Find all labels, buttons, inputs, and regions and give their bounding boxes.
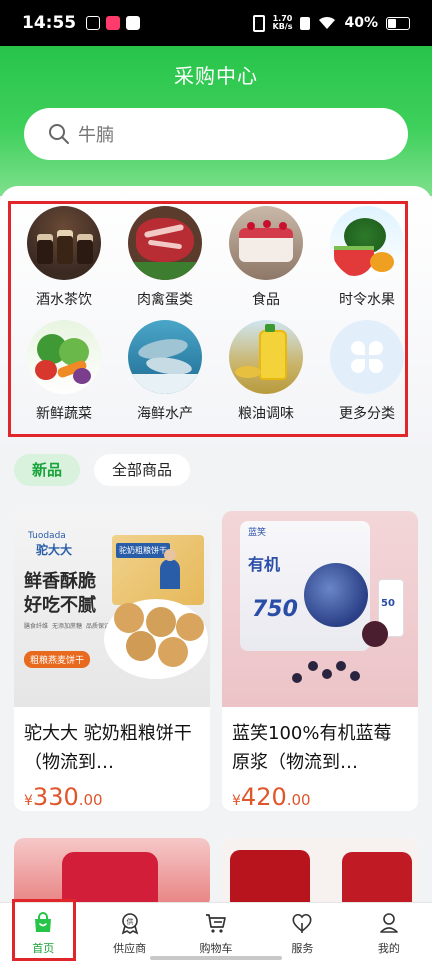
product-badges: 膳食纤维 无添加蔗糖 品质保证 xyxy=(24,621,110,630)
search-icon xyxy=(49,124,69,144)
product-name: 蓝笑100%有机蓝莓原浆（物流到… xyxy=(232,723,392,773)
wifi-icon xyxy=(319,16,336,29)
tab-home[interactable]: 首页 xyxy=(0,903,86,965)
sim-off-icon xyxy=(300,16,311,30)
header: 采购中心 牛腩 xyxy=(0,46,432,196)
category-label: 更多分类 xyxy=(339,406,395,422)
product-name: 驼大大 驼奶粗粮饼干（物流到… xyxy=(24,723,192,773)
search-bar[interactable]: 牛腩 xyxy=(24,108,408,160)
product-box-title: 驼奶粗粮饼干 xyxy=(116,543,170,558)
svg-text:供: 供 xyxy=(126,917,133,926)
product-price: ¥420.00 xyxy=(222,777,418,811)
service-heart-icon xyxy=(292,913,312,933)
search-placeholder: 牛腩 xyxy=(78,125,114,146)
seafood-photo xyxy=(128,320,202,394)
category-item-more[interactable]: 更多分类 xyxy=(317,320,417,423)
category-item-vegetables[interactable]: 新鲜蔬菜 xyxy=(14,320,114,423)
category-item-fruit[interactable]: 时令水果 xyxy=(317,206,417,309)
product-price: ¥330.00 xyxy=(14,777,210,811)
product-brand: 蓝笑 xyxy=(248,528,267,538)
category-label: 肉禽蛋类 xyxy=(137,292,193,308)
user-icon xyxy=(380,913,398,933)
status-bar: 14:55 1.70 KB/s 40% xyxy=(0,0,432,46)
product-image xyxy=(14,838,210,908)
cake-photo xyxy=(229,206,303,280)
tiktok-notification-icon xyxy=(86,16,101,30)
vibrate-icon xyxy=(252,14,265,32)
product-slogan-line2: 好吃不腻 xyxy=(24,595,96,616)
vegetable-photo xyxy=(27,320,101,394)
category-label: 粮油调味 xyxy=(238,406,294,422)
message-notification-icon xyxy=(126,16,141,30)
product-badge: 膳食纤维 xyxy=(24,623,49,630)
network-speed: 1.70 KB/s xyxy=(273,15,293,31)
tab-all-products[interactable]: 全部商品 xyxy=(94,454,191,486)
fruit-photo xyxy=(330,206,404,280)
category-item-food[interactable]: 食品 xyxy=(216,206,316,309)
tab-label: 我的 xyxy=(377,942,400,955)
meat-photo xyxy=(128,206,202,280)
tab-label: 服务 xyxy=(291,942,314,955)
category-item-meat[interactable]: 肉禽蛋类 xyxy=(115,206,215,309)
product-image: Tuodada 驼大大 鲜香酥脆 好吃不腻 膳食纤维 无添加蔗糖 品质保证 粗粮… xyxy=(14,511,210,707)
bottle-number: 50 xyxy=(381,598,395,609)
price-currency: ¥ xyxy=(24,793,33,809)
product-card[interactable]: Tuodada 驼大大 鲜香酥脆 好吃不腻 膳食纤维 无添加蔗糖 品质保证 粗粮… xyxy=(14,511,210,811)
product-image: 蓝笑 有机 750 50 xyxy=(222,511,418,707)
supplier-badge-icon: 供 xyxy=(121,913,138,935)
tab-new[interactable]: 新品 xyxy=(14,454,81,486)
category-label: 海鲜水产 xyxy=(137,406,193,422)
home-indicator[interactable] xyxy=(150,956,282,960)
price-currency: ¥ xyxy=(232,793,241,809)
category-label: 食品 xyxy=(252,292,280,308)
oil-photo xyxy=(229,320,303,394)
product-card-partial[interactable] xyxy=(14,838,210,908)
category-item-seafood[interactable]: 海鲜水产 xyxy=(115,320,215,423)
tab-mine[interactable]: 我的 xyxy=(346,903,432,965)
product-card[interactable]: 蓝笑 有机 750 50 蓝笑100%有机蓝莓原浆（物流到… ¥420.00 xyxy=(222,511,418,811)
product-card-partial[interactable] xyxy=(222,838,418,908)
battery-text: 40% xyxy=(344,15,378,31)
app-notification-icon xyxy=(106,16,121,30)
product-tag: 粗粮燕麦饼干 xyxy=(24,651,91,668)
tab-label: 供应商 xyxy=(113,942,147,955)
tab-label: 购物车 xyxy=(199,942,233,955)
product-brand-en: Tuodada xyxy=(28,531,66,541)
blueberry-graphic xyxy=(304,563,368,627)
filter-tabs: 新品 全部商品 xyxy=(14,454,191,486)
tab-label: 首页 xyxy=(32,942,55,955)
product-brand: 驼大大 xyxy=(36,543,73,557)
category-label: 时令水果 xyxy=(339,292,395,308)
category-item-drinks[interactable]: 酒水茶饮 xyxy=(14,206,114,309)
category-label: 新鲜蔬菜 xyxy=(36,406,92,422)
more-grid-icon xyxy=(330,320,404,394)
product-slogan-line1: 鲜香酥脆 xyxy=(24,571,96,592)
product-image xyxy=(222,838,418,908)
page-title: 采购中心 xyxy=(174,64,258,88)
product-package-number: 750 xyxy=(252,597,298,622)
product-box: 驼奶粗粮饼干 xyxy=(112,535,204,605)
price-decimal: .00 xyxy=(78,791,103,809)
network-speed-unit: KB/s xyxy=(272,22,293,31)
price-integer: 420 xyxy=(240,783,287,811)
battery-icon xyxy=(386,16,410,30)
drinks-photo xyxy=(27,206,101,280)
category-item-grain-oil[interactable]: 粮油调味 xyxy=(216,320,316,423)
cart-icon xyxy=(206,914,226,933)
shopping-bag-icon xyxy=(35,912,52,932)
category-label: 酒水茶饮 xyxy=(36,292,92,308)
product-badge: 无添加蔗糖 xyxy=(52,623,83,630)
product-package-word: 有机 xyxy=(248,555,281,574)
price-decimal: .00 xyxy=(286,791,311,809)
status-time: 14:55 xyxy=(22,13,77,33)
price-integer: 330 xyxy=(32,783,79,811)
